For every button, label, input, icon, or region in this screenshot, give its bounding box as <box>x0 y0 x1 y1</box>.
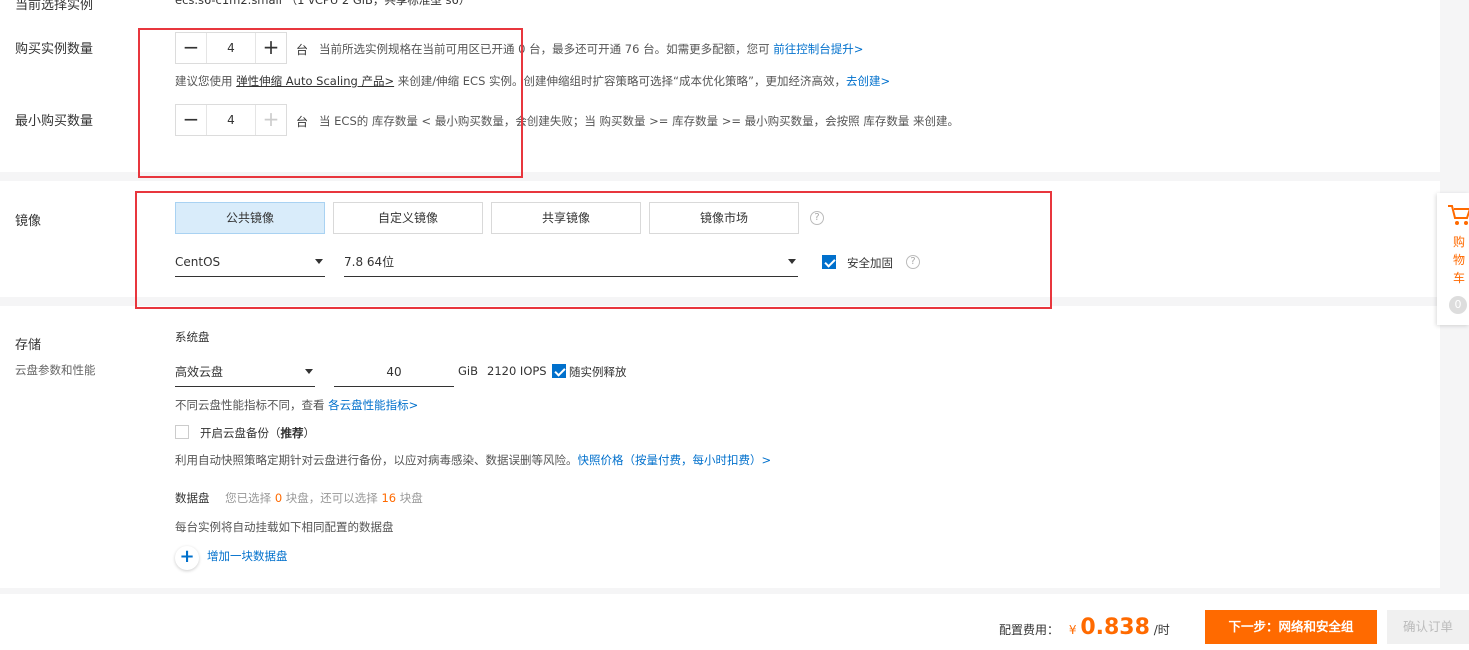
fee-per: /时 <box>1153 623 1170 637</box>
cart-char-1: 购 <box>1453 235 1466 249</box>
disk-performance-link[interactable]: 各云盘性能指标> <box>328 398 418 412</box>
plus-icon: + <box>175 546 199 570</box>
fee-price: 0.838 <box>1080 615 1150 640</box>
disk-type-chevron-down-icon <box>305 369 313 374</box>
disk-size-input[interactable]: 40 <box>334 357 454 387</box>
cart-char-2: 物 <box>1453 253 1466 267</box>
data-disk-note-3: 块盘 <box>399 491 423 505</box>
image-label: 镜像 <box>15 214 42 229</box>
data-disk-selected-count: 0 <box>274 491 283 505</box>
cart-icon <box>1448 205 1469 225</box>
release-with-instance-label: 随实例释放 <box>569 365 627 379</box>
current-instance-label: 当前选择实例 <box>15 0 94 13</box>
highlight-box-quantity <box>138 28 523 178</box>
perf-note-text: 不同云盘性能指标不同，查看 <box>175 398 325 412</box>
disk-size-value: 40 <box>386 365 402 379</box>
snapshot-note-text: 利用自动快照策略定期针对云盘进行备份，以应对病毒感染、数据误删等风险。 <box>175 453 578 467</box>
current-instance-value: ecs.s6-c1m2.small （1 vCPU 2 GiB，共享标准型 s6… <box>175 0 471 7</box>
fee-label: 配置费用： <box>999 623 1060 637</box>
cloud-backup-checkbox[interactable] <box>175 425 189 439</box>
storage-panel <box>0 306 1440 588</box>
snapshot-note: 利用自动快照策略定期针对云盘进行备份，以应对病毒感染、数据误删等风险。快照价格（… <box>175 452 771 468</box>
storage-sublabel: 云盘参数和性能 <box>15 363 96 377</box>
disk-size-unit: GiB <box>458 364 478 378</box>
backup-recommend: 推荐 <box>280 426 304 440</box>
add-data-disk-label: 增加一块数据盘 <box>207 549 288 563</box>
highlight-box-image <box>135 191 1052 309</box>
go-create-link[interactable]: 去创建> <box>846 74 890 88</box>
shopping-cart-widget[interactable]: 购 物 车 0 <box>1437 193 1469 325</box>
data-disk-note-2: 块盘，还可以选择 <box>285 491 378 505</box>
next-step-button[interactable]: 下一步：网络和安全组 <box>1205 610 1377 644</box>
data-disk-title: 数据盘 <box>175 491 210 505</box>
backup-label-text: 开启云盘备份（ <box>200 426 281 440</box>
disk-type-value: 高效云盘 <box>175 365 224 379</box>
auto-mount-note: 每台实例将自动挂载如下相同配置的数据盘 <box>175 520 394 534</box>
data-disk-row: 数据盘 您已选择 0 块盘，还可以选择 16 块盘 <box>175 490 423 506</box>
disk-type-select[interactable]: 高效云盘 <box>175 357 315 387</box>
purchase-count-label: 购买实例数量 <box>15 42 94 57</box>
disk-performance-note: 不同云盘性能指标不同，查看 各云盘性能指标> <box>175 397 418 413</box>
snapshot-price-link[interactable]: 快照价格（按量付费，每小时扣费）> <box>578 453 772 467</box>
confirm-order-button[interactable]: 确认订单 <box>1387 610 1469 644</box>
raise-quota-link[interactable]: 前往控制台提升> <box>773 42 863 56</box>
fee-currency: ¥ <box>1068 623 1077 637</box>
backup-close: ） <box>303 426 316 440</box>
config-fee: 配置费用： ¥ 0.838 /时 <box>999 615 1170 640</box>
release-with-instance-checkbox[interactable] <box>552 364 566 378</box>
min-purchase-label: 最小购买数量 <box>15 114 94 129</box>
cart-char-3: 车 <box>1453 271 1466 285</box>
storage-label: 存储 <box>15 338 42 353</box>
data-disk-note-1: 您已选择 <box>225 491 272 505</box>
cart-count-badge: 0 <box>1449 296 1467 314</box>
disk-iops: 2120 IOPS <box>487 364 547 378</box>
system-disk-title: 系统盘 <box>175 330 210 344</box>
data-disk-remaining-count: 16 <box>381 491 397 505</box>
cloud-backup-label: 开启云盘备份（推荐） <box>200 425 315 441</box>
